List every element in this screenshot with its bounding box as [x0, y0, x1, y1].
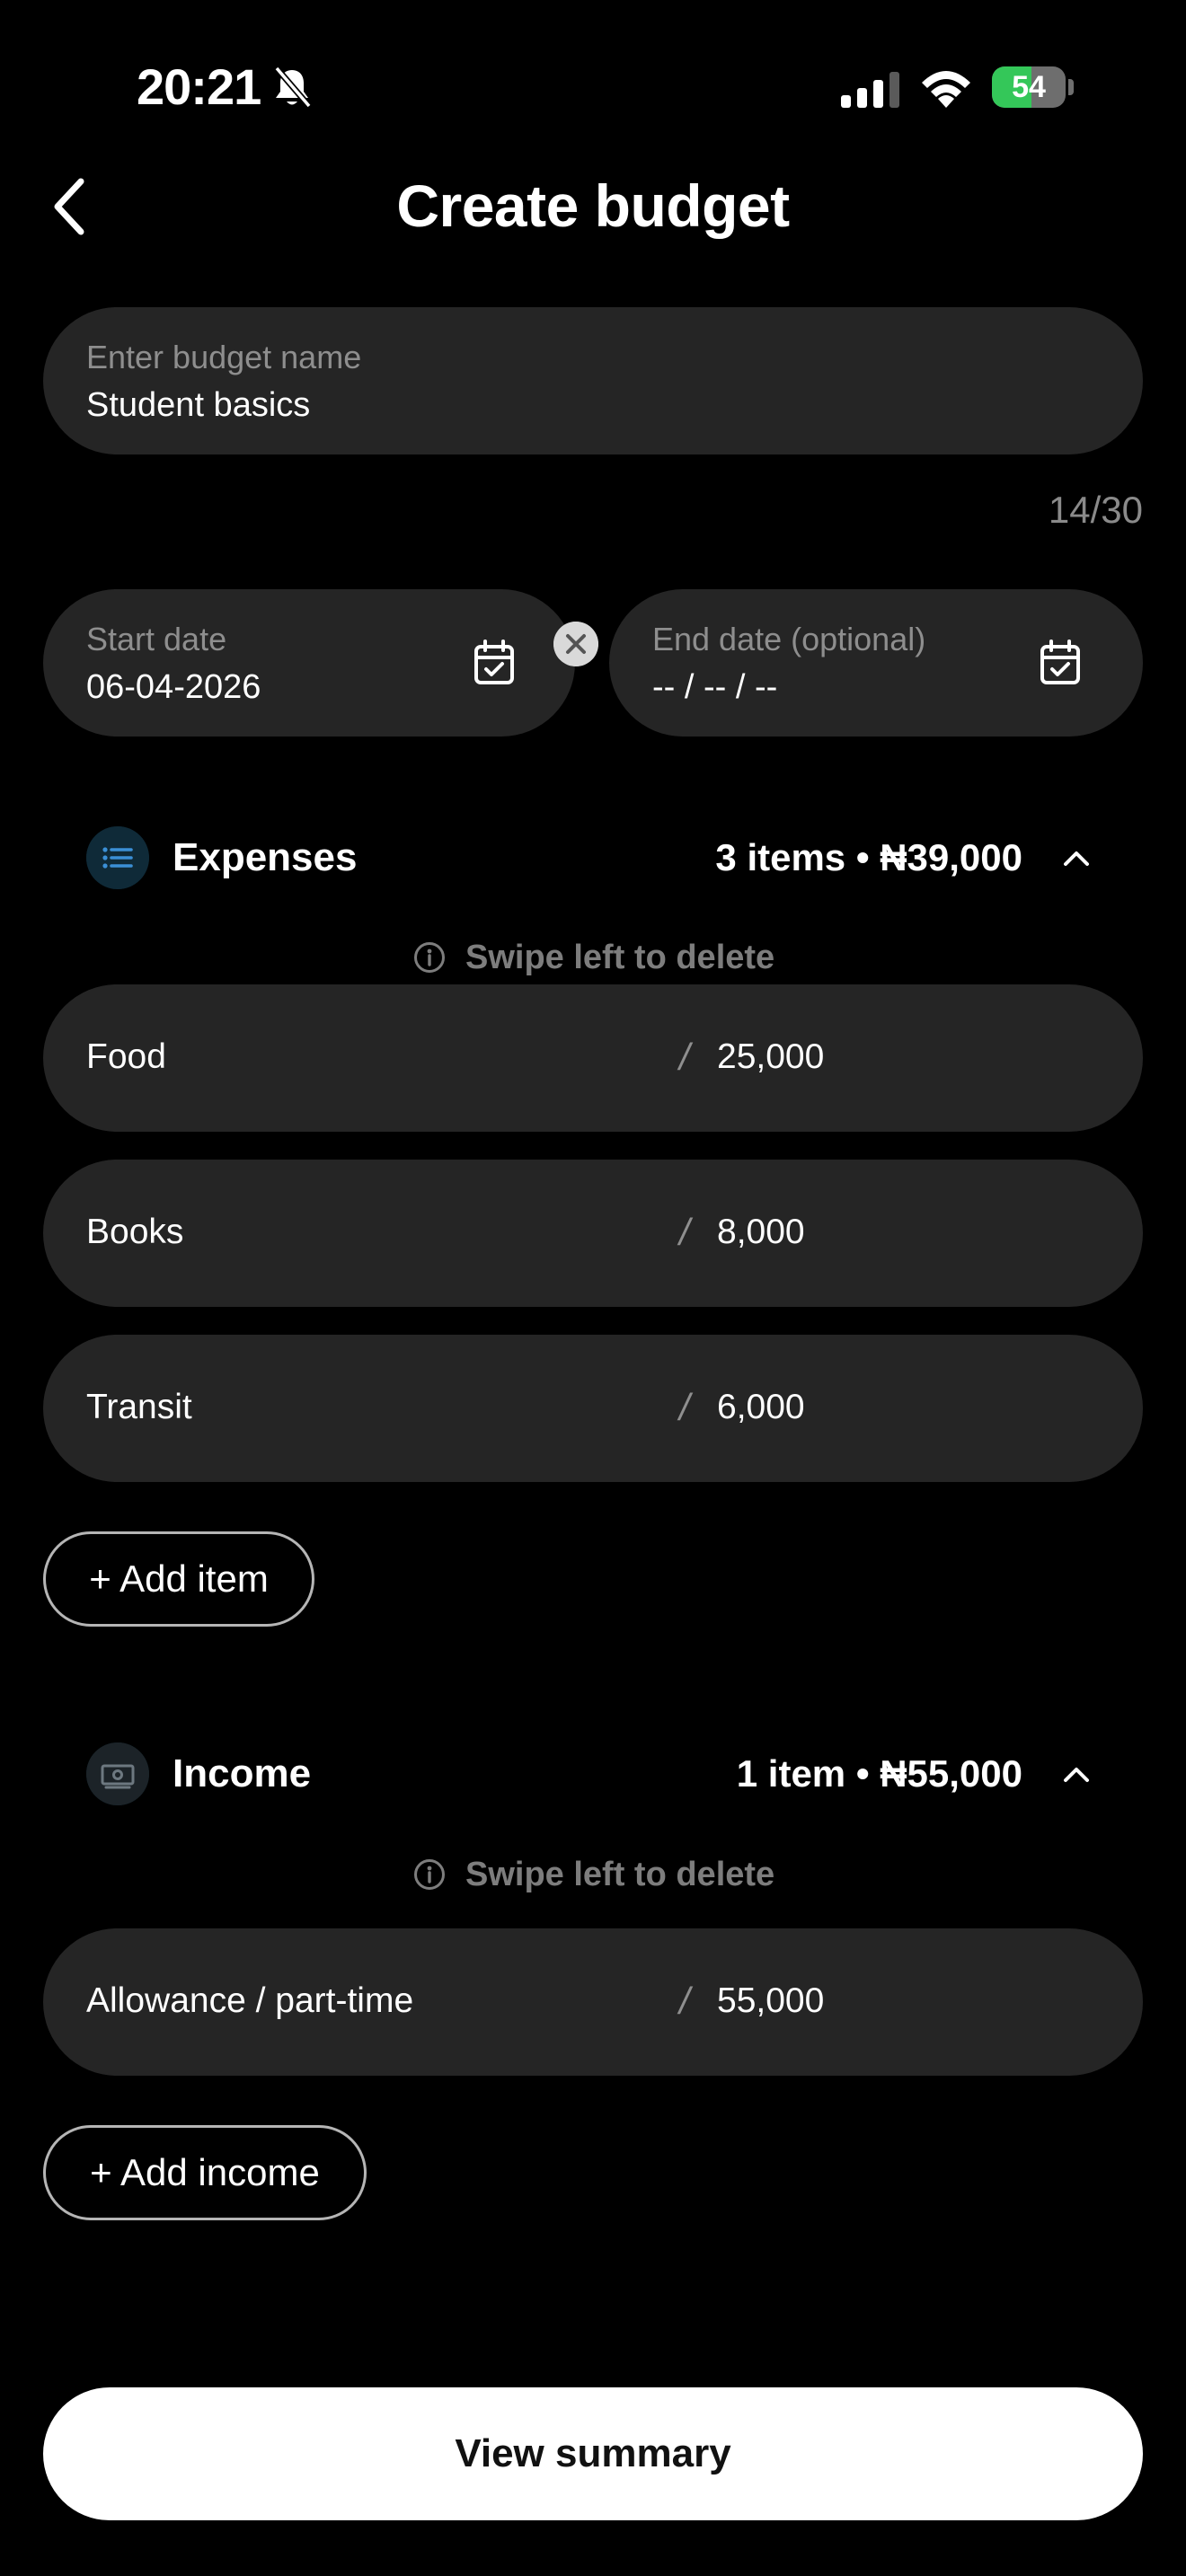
- battery-level: 54: [1012, 70, 1046, 104]
- expense-label[interactable]: Food: [86, 1035, 166, 1080]
- page-title: Create budget: [396, 172, 790, 239]
- status-time: 20:21: [137, 58, 261, 115]
- amount-separator: /: [679, 1036, 690, 1078]
- chevron-up-icon[interactable]: [1058, 1760, 1094, 1787]
- expense-amount[interactable]: 25,000: [717, 1035, 824, 1080]
- clear-x-icon[interactable]: [553, 622, 598, 666]
- expense-amount[interactable]: 6,000: [717, 1385, 805, 1430]
- view-summary-button[interactable]: View summary: [43, 2387, 1143, 2520]
- wifi-icon: [922, 71, 970, 108]
- income-summary: 1 item • ₦55,000: [736, 1752, 1022, 1795]
- end-date-label: End date (optional): [652, 621, 926, 657]
- signal-icon: [841, 72, 899, 108]
- chevron-up-icon[interactable]: [1058, 844, 1094, 871]
- swipe-hint: Swipe left to delete: [465, 939, 775, 976]
- amount-separator: /: [679, 1386, 690, 1428]
- add-item-button[interactable]: + Add item: [43, 1531, 314, 1627]
- end-date-field[interactable]: End date (optional) -- / -- / --: [609, 589, 1143, 737]
- expense-label[interactable]: Books: [86, 1210, 183, 1255]
- list-item[interactable]: Books / 8,000: [43, 1160, 1143, 1307]
- income-amount[interactable]: 55,000: [717, 1979, 824, 2024]
- budget-name-placeholder: Enter budget name: [86, 339, 362, 375]
- add-income-button[interactable]: + Add income: [43, 2125, 367, 2220]
- bell-slash-icon: [274, 66, 312, 109]
- budget-name-field[interactable]: Enter budget name Student basics: [43, 307, 1143, 454]
- amount-separator: /: [679, 1980, 690, 2022]
- info-icon: [414, 1859, 445, 1890]
- swipe-hint: Swipe left to delete: [465, 1856, 775, 1893]
- list-item[interactable]: Food / 25,000: [43, 984, 1143, 1132]
- budget-name-value: Student basics: [86, 386, 311, 424]
- income-title: Income: [173, 1751, 312, 1795]
- expenses-summary: 3 items • ₦39,000: [715, 836, 1022, 878]
- expenses-title: Expenses: [173, 835, 358, 879]
- info-icon: [414, 942, 445, 973]
- start-date-value: 06-04-2026: [86, 668, 261, 706]
- list-item[interactable]: Allowance / part-time / 55,000: [43, 1928, 1143, 2076]
- battery-charging-icon: 54: [992, 66, 1074, 108]
- list-item[interactable]: Transit / 6,000: [43, 1335, 1143, 1482]
- amount-separator: /: [679, 1211, 690, 1253]
- end-date-value: -- / -- / --: [652, 668, 778, 706]
- calendar-check-icon[interactable]: [473, 640, 516, 686]
- start-date-field[interactable]: Start date 06-04-2026: [43, 589, 575, 737]
- list-icon: [86, 826, 149, 889]
- expense-label[interactable]: Transit: [86, 1385, 192, 1430]
- cash-icon: [86, 1742, 149, 1805]
- expense-amount[interactable]: 8,000: [717, 1210, 805, 1255]
- start-date-label: Start date: [86, 621, 227, 657]
- income-label[interactable]: Allowance / part-time: [86, 1979, 413, 2024]
- character-counter: 14/30: [1048, 489, 1143, 531]
- calendar-check-icon[interactable]: [1039, 640, 1082, 686]
